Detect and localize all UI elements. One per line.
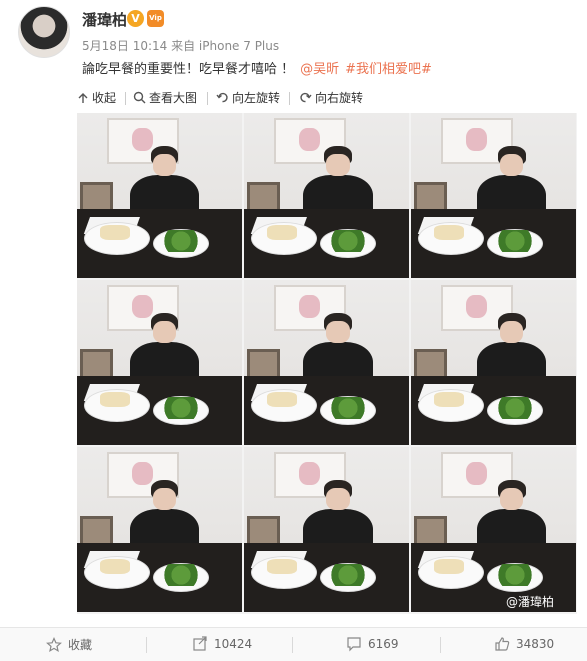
divider [440, 637, 441, 653]
repost-button[interactable]: 10424 [192, 636, 252, 652]
photo-detail [159, 397, 203, 419]
photo-detail [267, 559, 297, 575]
divider [289, 92, 290, 105]
photo-detail [434, 392, 464, 408]
repost-count: 10424 [214, 637, 253, 651]
photo-detail [159, 564, 203, 586]
photo-detail [152, 487, 177, 511]
watermark: @潘瑋柏 [506, 595, 555, 609]
photo-tile[interactable] [244, 113, 409, 278]
rotate-left-label: 向左旋转 [232, 91, 281, 105]
photo-detail [326, 153, 350, 177]
rotate-left-button[interactable]: 向左旋转 [216, 89, 280, 106]
image-toolbar: 收起 查看大图 向左旋转 向右旋转 [75, 89, 577, 109]
photo-grid[interactable] [77, 113, 577, 614]
thumbs-up-icon [495, 637, 510, 651]
photo-tile[interactable] [244, 447, 409, 612]
view-large-label: 查看大图 [149, 91, 198, 105]
photo-tile[interactable] [77, 280, 242, 445]
photo-detail [499, 487, 524, 511]
photo-tile[interactable] [77, 447, 242, 612]
rotate-right-button[interactable]: 向右旋转 [299, 89, 363, 106]
rotate-right-label: 向右旋转 [315, 91, 364, 105]
view-large-button[interactable]: 查看大图 [133, 89, 197, 106]
photo-tile[interactable] [411, 280, 576, 445]
photo-detail [434, 225, 464, 241]
photo-detail [493, 230, 537, 252]
comment-icon [347, 637, 361, 652]
collapse-label: 收起 [92, 91, 117, 105]
photo-detail [152, 153, 177, 177]
action-bar: 收藏 10424 6169 34830 [0, 628, 587, 661]
magnifier-icon [133, 91, 146, 104]
verified-badge-icon: V [127, 10, 144, 27]
like-button[interactable]: 34830 [494, 636, 554, 652]
photo-detail [100, 559, 130, 575]
photo-tile[interactable] [411, 447, 576, 612]
photo-tile[interactable] [411, 113, 576, 278]
star-icon [46, 636, 62, 652]
repost-icon [193, 636, 207, 651]
photo-detail [326, 487, 350, 511]
avatar[interactable] [18, 6, 70, 58]
divider [125, 92, 126, 105]
vip-badge-icon[interactable]: Vip [147, 10, 164, 27]
post-body: 論吃早餐的重要性！吃早餐才嘻哈 ！ [82, 62, 295, 77]
divider [207, 92, 208, 105]
favorite-label: 收藏 [68, 638, 93, 652]
photo-detail [326, 564, 370, 586]
collapse-arrow-icon [78, 92, 88, 103]
photo-tile[interactable] [77, 113, 242, 278]
collapse-button[interactable]: 收起 [77, 89, 116, 106]
photo-detail [100, 392, 130, 408]
divider [292, 637, 293, 653]
divider [146, 637, 147, 653]
photo-detail [326, 230, 370, 252]
photo-detail [493, 564, 537, 586]
photo-detail [326, 320, 350, 344]
photo-detail [152, 320, 177, 344]
photo-detail [434, 559, 464, 575]
photo-detail [499, 153, 524, 177]
photo-detail [326, 397, 370, 419]
photo-detail [267, 392, 297, 408]
comment-count: 6169 [368, 637, 399, 651]
favorite-button[interactable]: 收藏 [46, 636, 92, 653]
rotate-right-icon [300, 92, 312, 103]
photo-detail [100, 225, 130, 241]
photo-detail [493, 397, 537, 419]
photo-tile[interactable] [244, 280, 409, 445]
username[interactable]: 潘瑋柏 [82, 9, 127, 30]
post-header: 潘瑋柏 V Vip 5月18日 10:14 来自 iPhone 7 Plus 論… [0, 0, 587, 84]
rotate-left-icon [216, 92, 228, 103]
comment-button[interactable]: 6169 [346, 636, 399, 652]
mention-link[interactable]: @吴昕 [300, 62, 339, 77]
photo-detail [267, 225, 297, 241]
post-meta[interactable]: 5月18日 10:14 来自 iPhone 7 Plus [82, 37, 279, 54]
topic-link[interactable]: #我们相爱吧# [345, 62, 432, 77]
like-count: 34830 [516, 637, 555, 651]
post-text: 論吃早餐的重要性！吃早餐才嘻哈 ！ @吴昕 #我们相爱吧# [82, 58, 432, 77]
photo-detail [499, 320, 524, 344]
photo-detail [159, 230, 203, 252]
